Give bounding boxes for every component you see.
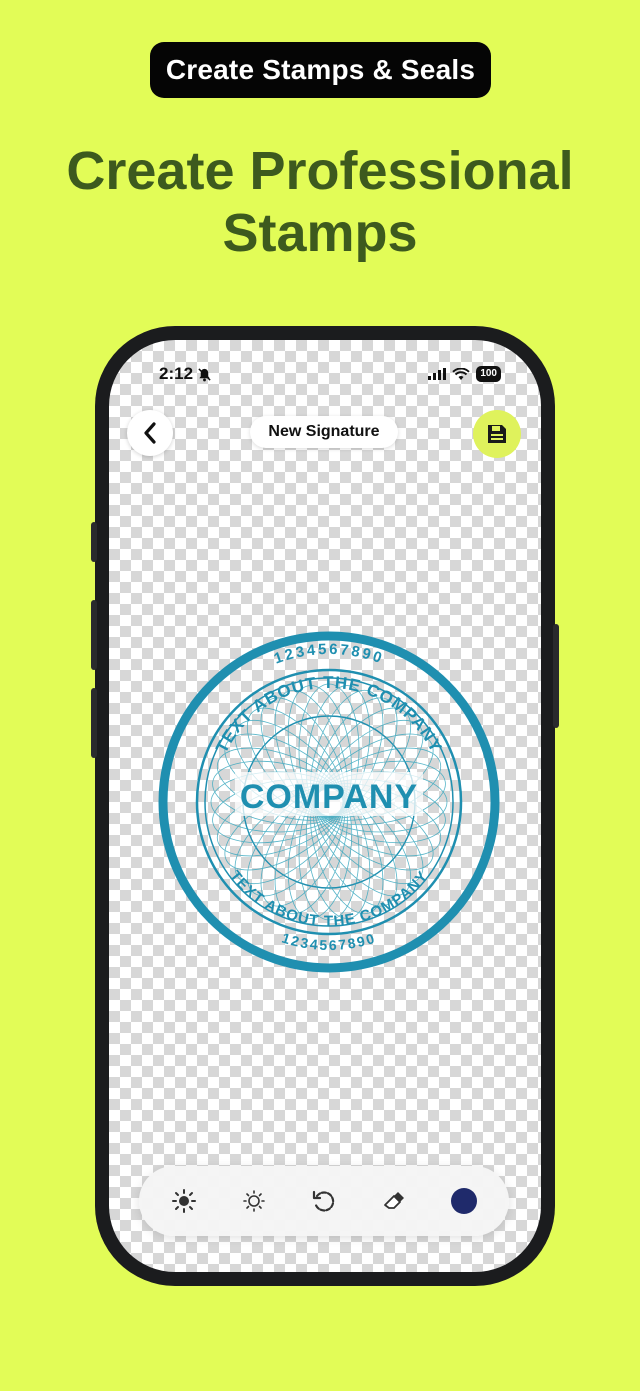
eraser-icon <box>384 1192 404 1209</box>
contrast-icon <box>243 1190 265 1212</box>
brightness-tool[interactable] <box>164 1181 204 1221</box>
save-button[interactable] <box>473 410 521 458</box>
rotate-tool[interactable] <box>304 1181 344 1221</box>
wifi-icon <box>452 367 471 380</box>
rotate-icon <box>312 1190 335 1212</box>
app-screen: 2:12 100 New Signature 1234567890 TEXT A… <box>109 340 541 1272</box>
selected-color-swatch <box>451 1188 477 1214</box>
headline-line-2: Stamps <box>222 203 418 263</box>
cellular-signal-icon <box>428 368 447 380</box>
headline-line-1: Create Professional <box>66 141 574 201</box>
clock-text: 2:12 <box>159 364 194 383</box>
seal-center-name: COMPANY <box>240 778 418 816</box>
color-picker[interactable] <box>444 1181 484 1221</box>
phone-button <box>91 688 97 758</box>
bell-muted-icon <box>198 367 211 381</box>
brightness-icon <box>172 1189 196 1213</box>
status-time: 2:12 <box>159 364 212 384</box>
status-bar: 2:12 100 <box>109 364 541 388</box>
chevron-left-icon <box>144 422 156 444</box>
contrast-tool[interactable] <box>234 1181 274 1221</box>
phone-button <box>553 624 559 728</box>
edit-toolbar <box>139 1166 509 1236</box>
eraser-tool[interactable] <box>374 1181 414 1221</box>
floppy-disk-icon <box>488 425 506 443</box>
page-headline: Create Professional Stamps <box>0 140 640 264</box>
phone-button <box>91 522 97 562</box>
back-button[interactable] <box>127 410 173 456</box>
company-seal[interactable]: 1234567890 TEXT ABOUT THE COMPANY TEXT A… <box>155 628 503 976</box>
battery-indicator: 100 <box>476 366 501 382</box>
seal-company-text-bottom: TEXT ABOUT THE COMPANY <box>226 868 432 930</box>
phone-frame: 2:12 100 New Signature 1234567890 TEXT A… <box>91 326 559 1286</box>
feature-banner: Create Stamps & Seals <box>150 42 491 98</box>
phone-button <box>91 600 97 670</box>
document-title[interactable]: New Signature <box>250 416 398 448</box>
seal-company-text-top: TEXT ABOUT THE COMPANY <box>212 673 446 756</box>
